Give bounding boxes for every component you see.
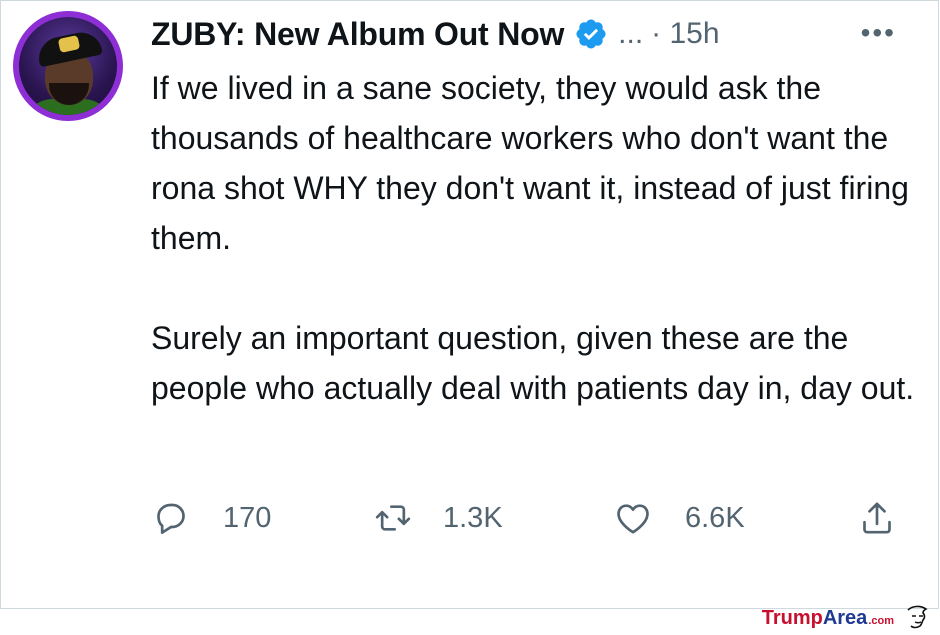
watermark-part1: Trump [761,606,823,629]
tweet-text: If we lived in a sane society, they woul… [151,63,921,413]
retweet-button[interactable]: 1.3K [373,493,503,543]
more-icon[interactable]: ••• [861,19,896,47]
author-name[interactable]: ZUBY: New Album Out Now [151,16,564,53]
tweet-paragraph: Surely an important question, given thes… [151,320,915,406]
watermark: Trump Area .com [762,603,932,633]
retweet-count: 1.3K [443,501,503,534]
share-button[interactable] [857,493,897,543]
reply-count: 170 [223,501,272,534]
retweet-icon [375,505,411,531]
watermark-logo-icon [907,605,928,629]
reply-icon [157,503,185,534]
watermark-part3: .com [868,615,894,627]
verified-badge-icon [576,19,606,49]
share-icon [863,502,891,534]
watermark-part2: Area [822,606,868,629]
avatar-photo [19,17,117,115]
like-count: 6.6K [685,501,745,534]
tweet-header: ZUBY: New Album Out Now ... · 15h [151,14,720,54]
tweet-paragraph: If we lived in a sane society, they woul… [151,70,909,256]
avatar[interactable] [13,11,123,121]
timestamp[interactable]: · 15h [651,17,719,51]
action-bar: 170 1.3K 6.6K [151,493,911,543]
tweet-card: ZUBY: New Album Out Now ... · 15h ••• If… [0,0,939,609]
like-button[interactable]: 6.6K [613,493,745,543]
reply-button[interactable]: 170 [151,493,271,543]
author-handle[interactable]: ... [618,17,643,51]
like-icon [617,504,649,534]
